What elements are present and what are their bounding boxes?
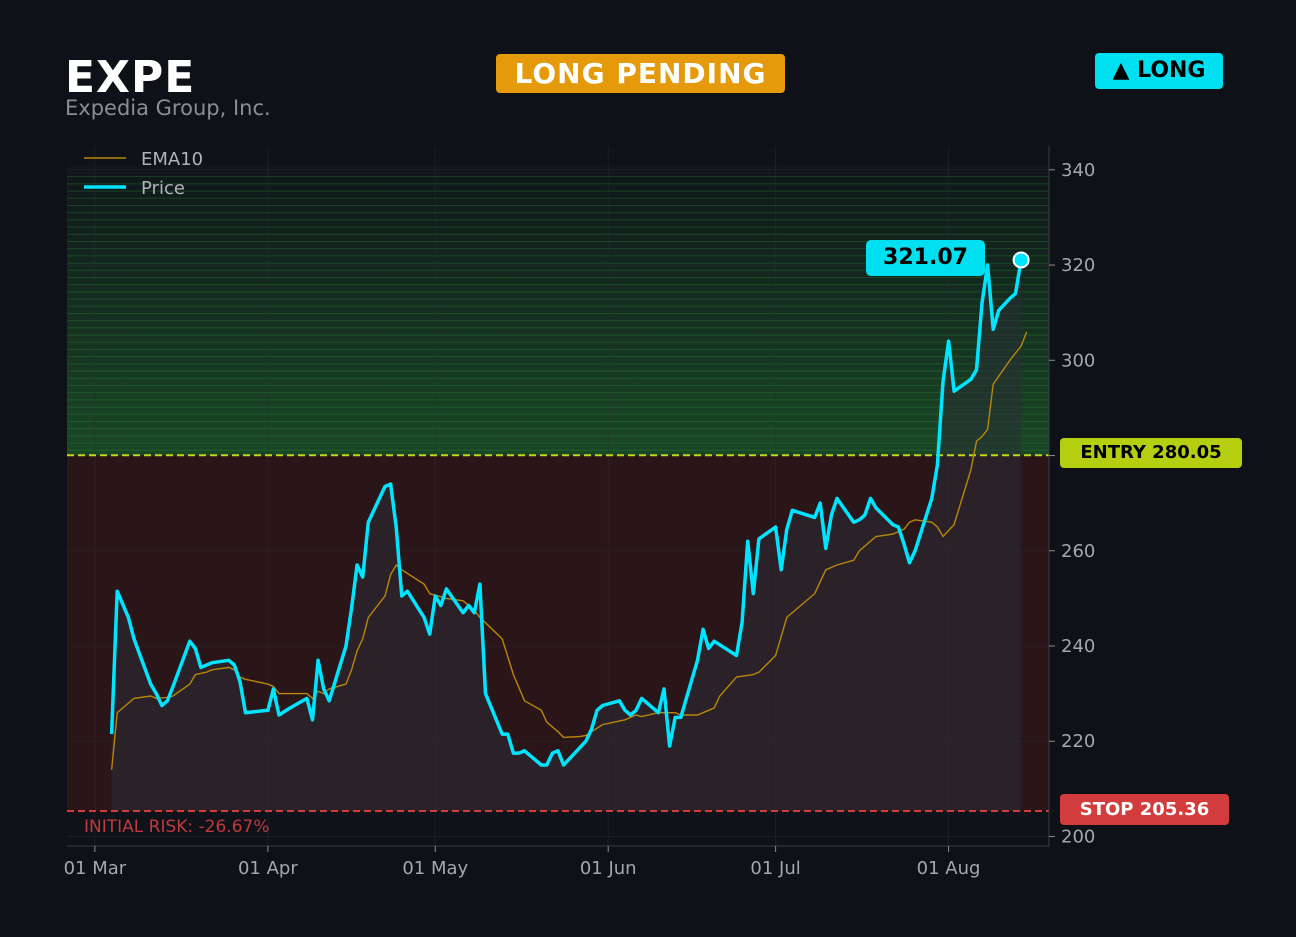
entry-label: ENTRY 280.05 — [1060, 438, 1242, 468]
initial-risk-label: INITIAL RISK: -26.67% — [84, 817, 270, 837]
legend-label-ema10: EMA10 — [141, 149, 203, 170]
profit-zone — [67, 166, 1049, 456]
y-tick-label: 220 — [1061, 731, 1095, 752]
x-tick-label: 01 Aug — [917, 858, 981, 879]
y-tick-label: 240 — [1061, 636, 1095, 657]
stop-label: STOP 205.36 — [1060, 794, 1229, 825]
y-tick-label: 340 — [1061, 160, 1095, 181]
last-price-label: 321.07 — [866, 240, 985, 276]
y-tick-label: 320 — [1061, 255, 1095, 276]
x-tick-label: 01 May — [402, 858, 468, 879]
x-tick-label: 01 Apr — [238, 858, 298, 879]
last-price-marker — [1012, 251, 1030, 269]
y-tick-label: 200 — [1061, 826, 1095, 847]
x-tick-label: 01 Jun — [580, 858, 637, 879]
x-tick-label: 01 Jul — [750, 858, 800, 879]
x-tick-label: 01 Mar — [64, 858, 127, 879]
y-tick-label: 300 — [1061, 350, 1095, 371]
legend-label-price: Price — [141, 178, 185, 199]
y-tick-label: 260 — [1061, 541, 1095, 562]
